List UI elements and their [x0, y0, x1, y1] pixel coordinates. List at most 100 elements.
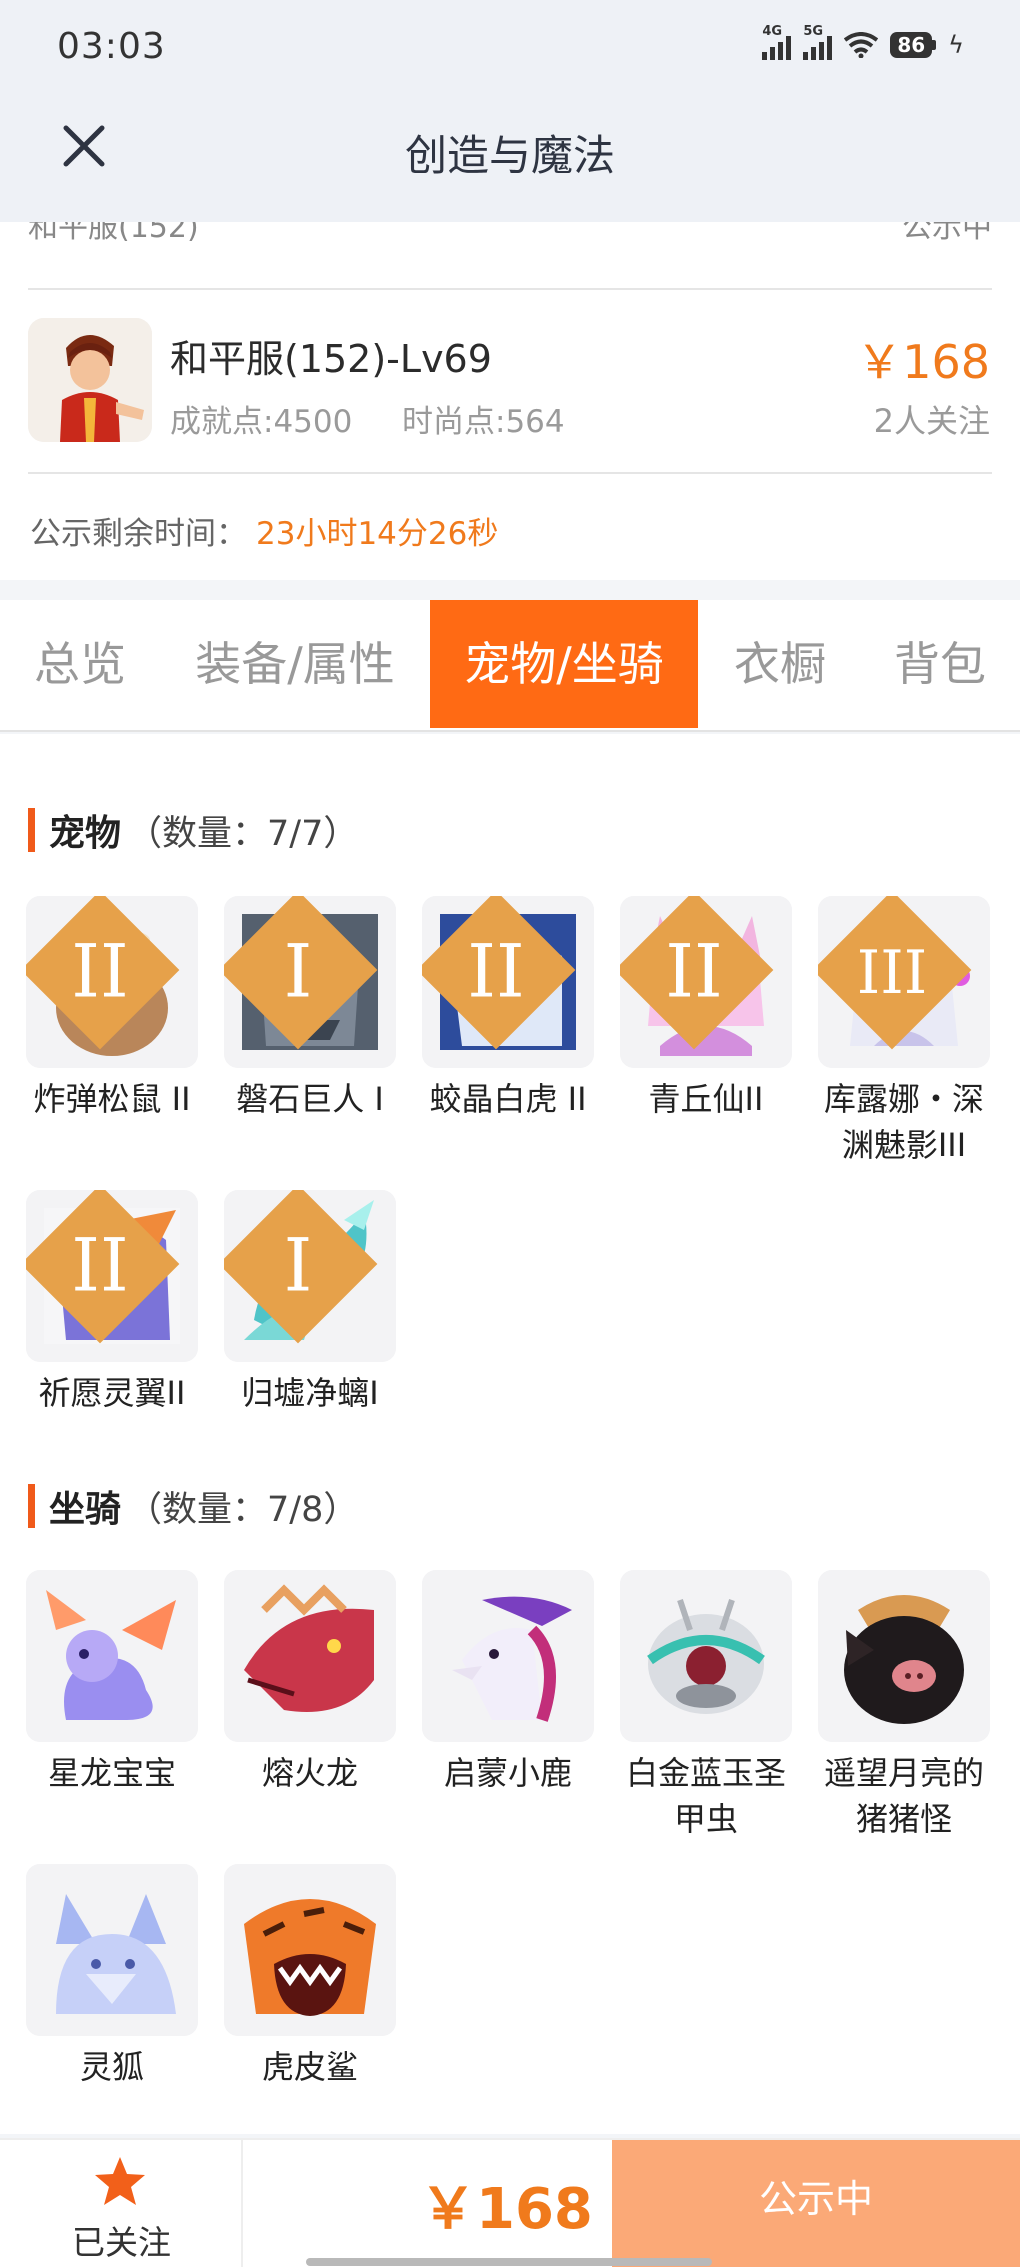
rank-badge-text: I — [284, 1223, 313, 1308]
rank-badge-text: III — [857, 939, 928, 1008]
pet-thumbnail: II — [620, 896, 792, 1068]
tab-wardrobe[interactable]: 衣橱 — [710, 600, 850, 728]
pet-item[interactable]: I 归墟净螭I — [220, 1190, 400, 1416]
mount-item[interactable]: 白金蓝玉圣甲虫 — [616, 1570, 796, 1842]
mounts-title: 坐骑 — [49, 1489, 122, 1530]
mount-name: 虎皮鲨 — [261, 2048, 358, 2086]
mount-item[interactable]: 启蒙小鹿 — [418, 1570, 598, 1796]
achievement-points: 成就点:4500 — [170, 404, 353, 440]
rank-badge-icon: I — [224, 896, 378, 1050]
listing-card: 和平服(152) 公示中 和平服(152)-Lv69 成就点:4500 时尚点:… — [0, 210, 1020, 580]
character-avatar — [28, 318, 152, 442]
pet-name: 炸弹松鼠 II — [33, 1080, 191, 1118]
follow-button[interactable]: 已关注 — [0, 2140, 243, 2267]
mount-item[interactable]: 星龙宝宝 — [22, 1570, 202, 1796]
pets-count: （数量：7/7） — [127, 813, 359, 854]
fashion-points: 时尚点:564 — [402, 404, 565, 440]
divider — [28, 472, 992, 474]
mount-name: 熔火龙 — [261, 1754, 358, 1792]
charging-icon: ϟ — [948, 31, 964, 59]
pet-item[interactable]: II 蛟晶白虎 II — [418, 896, 598, 1122]
mount-thumbnail — [224, 1864, 396, 2036]
mount-thumbnail — [26, 1570, 198, 1742]
mount-name: 启蒙小鹿 — [443, 1754, 572, 1792]
pet-thumbnail: I — [224, 896, 396, 1068]
mount-thumbnail — [422, 1570, 594, 1742]
rank-badge-icon: II — [422, 896, 576, 1050]
cell-signal-icon: 4G — [762, 24, 792, 60]
tab-pets-mounts[interactable]: 宠物/坐骑 — [430, 600, 698, 728]
pet-item[interactable]: II 炸弹松鼠 II — [22, 896, 202, 1122]
section-accent-bar — [28, 808, 35, 852]
pet-item[interactable]: I 磐石巨人 I — [220, 896, 400, 1122]
mount-name: 白金蓝玉圣甲虫 — [625, 1754, 786, 1838]
mount-thumbnail — [818, 1570, 990, 1742]
tab-overview[interactable]: 总览 — [0, 600, 160, 728]
pets-title: 宠物 — [49, 813, 122, 854]
rank-badge-text: I — [284, 929, 313, 1014]
public-status-button[interactable]: 公示中 — [612, 2140, 1020, 2267]
bottom-action-bar: 已关注 ￥168 公示中 — [0, 2138, 1020, 2267]
mount-item[interactable]: 熔火龙 — [220, 1570, 400, 1796]
pet-thumbnail: II — [422, 896, 594, 1068]
tab-bar: 总览 装备/属性 宠物/坐骑 衣橱 背包 — [0, 600, 1020, 732]
pet-thumbnail: I — [224, 1190, 396, 1362]
pet-thumbnail: II — [26, 896, 198, 1068]
mount-name: 灵狐 — [79, 2048, 144, 2086]
page-title: 创造与魔法 — [404, 131, 615, 180]
top-bar: 03:03 4G 5G 86 ϟ 创造与魔法 — [0, 0, 1020, 222]
mount-thumbnail — [26, 1864, 198, 2036]
mount-thumbnail — [620, 1570, 792, 1742]
rank-badge-text: II — [71, 929, 128, 1014]
status-icons: 4G 5G 86 ϟ — [762, 24, 964, 60]
mounts-section-title: 坐骑 （数量：7/8） — [28, 1484, 358, 1530]
pet-item[interactable]: II 青丘仙II — [616, 896, 796, 1122]
pet-thumbnail: II — [26, 1190, 198, 1362]
pet-name: 磐石巨人 I — [236, 1080, 384, 1118]
pet-name: 归墟净螭I — [241, 1374, 379, 1412]
follow-label: 已关注 — [72, 2223, 171, 2262]
pet-item[interactable]: II 祈愿灵翼II — [22, 1190, 202, 1416]
follower-count: 2人关注 — [873, 402, 990, 440]
listing-price: ￥168 — [856, 335, 990, 389]
pet-name: 蛟晶白虎 II — [429, 1080, 587, 1118]
rank-badge-icon: II — [26, 896, 180, 1050]
tab-equipment[interactable]: 装备/属性 — [180, 600, 410, 728]
character-name: 和平服(152)-Lv69 — [170, 337, 492, 381]
pet-thumbnail: III — [818, 896, 990, 1068]
bottom-price: ￥168 — [420, 2177, 593, 2242]
rank-badge-text: II — [665, 929, 722, 1014]
divider — [28, 288, 992, 290]
rank-badge-icon: III — [818, 896, 972, 1050]
cell-signal-icon-2: 5G — [803, 24, 833, 60]
mount-name: 遥望月亮的猪猪怪 — [823, 1754, 984, 1838]
pet-name: 祈愿灵翼II — [38, 1374, 186, 1412]
mount-thumbnail — [224, 1570, 396, 1742]
pets-mounts-panel: 宠物 （数量：7/7） II 炸弹松鼠 II I 磐石巨人 I II 蛟晶白虎 … — [0, 734, 1020, 2134]
network-type-label: 4G — [762, 24, 783, 39]
network-type-label-2: 5G — [803, 24, 824, 39]
rank-badge-text: II — [467, 929, 524, 1014]
mount-name: 星龙宝宝 — [47, 1754, 176, 1792]
pet-name: 青丘仙II — [648, 1080, 764, 1118]
status-time: 03:03 — [57, 26, 166, 67]
mount-item[interactable]: 遥望月亮的猪猪怪 — [814, 1570, 994, 1842]
remaining-time-label: 公示剩余时间： — [30, 516, 247, 552]
battery-icon: 86 — [890, 32, 937, 58]
home-indicator[interactable] — [306, 2258, 712, 2266]
rank-badge-text: II — [71, 1223, 128, 1308]
mounts-count: （数量：7/8） — [127, 1489, 359, 1530]
star-icon — [95, 2157, 145, 2205]
rank-badge-icon: I — [224, 1190, 378, 1344]
rank-badge-icon: II — [620, 896, 774, 1050]
pet-name: 库露娜・深渊魅影III — [823, 1080, 984, 1164]
section-accent-bar — [28, 1484, 35, 1528]
tab-backpack[interactable]: 背包 — [868, 600, 1012, 728]
mount-item[interactable]: 虎皮鲨 — [220, 1864, 400, 2090]
pets-section-title: 宠物 （数量：7/7） — [28, 808, 358, 854]
battery-level: 86 — [890, 32, 933, 58]
wifi-icon — [844, 32, 879, 58]
rank-badge-icon: II — [26, 1190, 180, 1344]
mount-item[interactable]: 灵狐 — [22, 1864, 202, 2090]
pet-item[interactable]: III 库露娜・深渊魅影III — [814, 896, 994, 1168]
